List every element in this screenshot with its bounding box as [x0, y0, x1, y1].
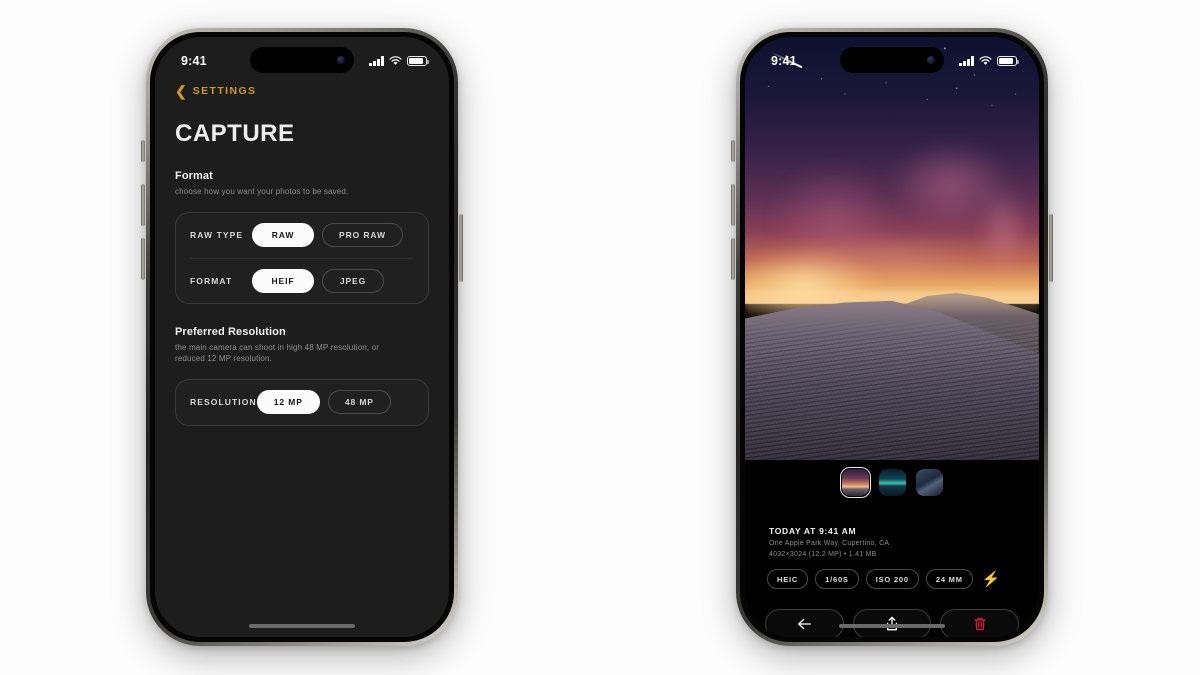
home-indicator[interactable] [839, 624, 945, 628]
thumbnail-blue-landscape[interactable] [915, 469, 943, 496]
photo-timestamp: TODAY AT 9:41 AM [769, 526, 857, 536]
silence-switch[interactable] [731, 140, 735, 162]
section-title: Format [175, 170, 213, 182]
share-button[interactable] [852, 609, 932, 637]
home-indicator[interactable] [249, 624, 355, 628]
option-jpeg[interactable]: JPEG [322, 268, 384, 293]
format-card: RAW TYPE RAW PRO RAW FORMAT HEIF JPEG [175, 211, 429, 304]
photo-location: One Apple Park Way, Cupertino, CA [769, 540, 890, 547]
section-description: the main camera can shoot in high 48 MP … [175, 342, 380, 364]
option-12-mp[interactable]: 12 MP [256, 390, 320, 415]
option-pro-raw[interactable]: PRO RAW [322, 223, 403, 248]
phone-screen-settings: ❮ SETTINGS CAPTURE Format choose how you… [155, 37, 449, 637]
power-button[interactable] [459, 214, 463, 282]
wifi-icon [389, 56, 402, 65]
battery-icon [997, 56, 1019, 66]
wifi-icon [979, 56, 992, 65]
chip-shutter[interactable]: 1/60S [815, 569, 859, 589]
row-label: FORMAT [190, 275, 233, 286]
row-label: RESOLUTION [190, 397, 257, 408]
trash-icon [973, 617, 986, 631]
battery-icon [407, 56, 429, 66]
section-preferred-resolution: Preferred Resolution the main camera can… [175, 326, 429, 426]
phone-device-settings: ❮ SETTINGS CAPTURE Format choose how you… [141, 28, 463, 646]
volume-up-button[interactable] [141, 184, 145, 226]
back-to-settings[interactable]: ❮ SETTINGS [175, 84, 429, 98]
arrow-left-icon [797, 618, 811, 630]
row-raw-type: RAW TYPE RAW PRO RAW [190, 213, 414, 258]
photo-preview[interactable] [745, 37, 1039, 460]
volume-down-button[interactable] [141, 238, 145, 280]
signal-bars-icon [959, 56, 974, 66]
thumbnail-dune-sunset[interactable] [838, 466, 872, 499]
phone-screen-photo: TODAY AT 9:41 AM One Apple Park Way, Cup… [745, 37, 1039, 637]
segmented-control-resolution: 12 MP 48 MP [256, 390, 414, 415]
silence-switch[interactable] [141, 140, 145, 162]
volume-down-button[interactable] [731, 238, 735, 280]
status-bar-indicators [369, 56, 429, 66]
option-heif[interactable]: HEIF [252, 268, 314, 293]
photo-details: 4032×3024 (12.2 MP) • 1.41 MB [769, 551, 877, 558]
photo-viewer-screen: TODAY AT 9:41 AM One Apple Park Way, Cup… [745, 37, 1039, 637]
status-bar-time: 9:41 [771, 54, 797, 68]
capture-settings-screen: ❮ SETTINGS CAPTURE Format choose how you… [155, 37, 449, 637]
back-label: SETTINGS [192, 85, 257, 97]
action-button-row [765, 609, 1020, 637]
status-bar-indicators [959, 56, 1019, 66]
power-button[interactable] [1049, 214, 1053, 282]
resolution-card: RESOLUTION 12 MP 48 MP [175, 378, 429, 426]
sand-ripples [745, 316, 1039, 460]
option-48-mp[interactable]: 48 MP [327, 390, 391, 415]
row-format: FORMAT HEIF JPEG [190, 257, 414, 303]
status-bar: 9:41 [745, 37, 1039, 75]
chip-heic[interactable]: HEIC [767, 569, 809, 589]
status-bar-time: 9:41 [181, 54, 207, 68]
chip-iso[interactable]: ISO 200 [865, 569, 919, 589]
segmented-control-format: HEIF JPEG [252, 268, 414, 293]
section-title: Preferred Resolution [175, 325, 286, 338]
lightning-bolt-icon[interactable]: ⚡ [982, 572, 1001, 587]
photo-metadata: TODAY AT 9:41 AM One Apple Park Way, Cup… [769, 526, 1015, 558]
status-bar: 9:41 [155, 37, 449, 75]
exif-chip-row: HEIC 1/60S ISO 200 24 MM ⚡ [767, 569, 1017, 589]
chip-focal-length[interactable]: 24 MM [925, 569, 973, 589]
row-label: RAW TYPE [190, 230, 244, 241]
phone-device-photo-viewer: TODAY AT 9:41 AM One Apple Park Way, Cup… [731, 28, 1053, 646]
page-title: CAPTURE [175, 120, 295, 147]
section-description: choose how you want your photos to be sa… [175, 187, 349, 196]
option-raw[interactable]: RAW [252, 223, 314, 248]
chevron-left-icon: ❮ [175, 83, 187, 99]
thumbnail-strip [745, 466, 1039, 499]
back-button[interactable] [765, 609, 844, 637]
phone-bezel: TODAY AT 9:41 AM One Apple Park Way, Cup… [740, 32, 1044, 642]
signal-bars-icon [369, 56, 384, 66]
phone-bezel: ❮ SETTINGS CAPTURE Format choose how you… [150, 32, 454, 642]
segmented-control-raw-type: RAW PRO RAW [252, 223, 414, 248]
delete-button[interactable] [940, 609, 1020, 637]
scene: ❮ SETTINGS CAPTURE Format choose how you… [0, 0, 1200, 675]
thumbnail-aurora[interactable] [878, 469, 906, 496]
row-resolution: RESOLUTION 12 MP 48 MP [190, 380, 414, 425]
section-format: Format choose how you want your photos t… [175, 170, 429, 304]
volume-up-button[interactable] [731, 184, 735, 226]
